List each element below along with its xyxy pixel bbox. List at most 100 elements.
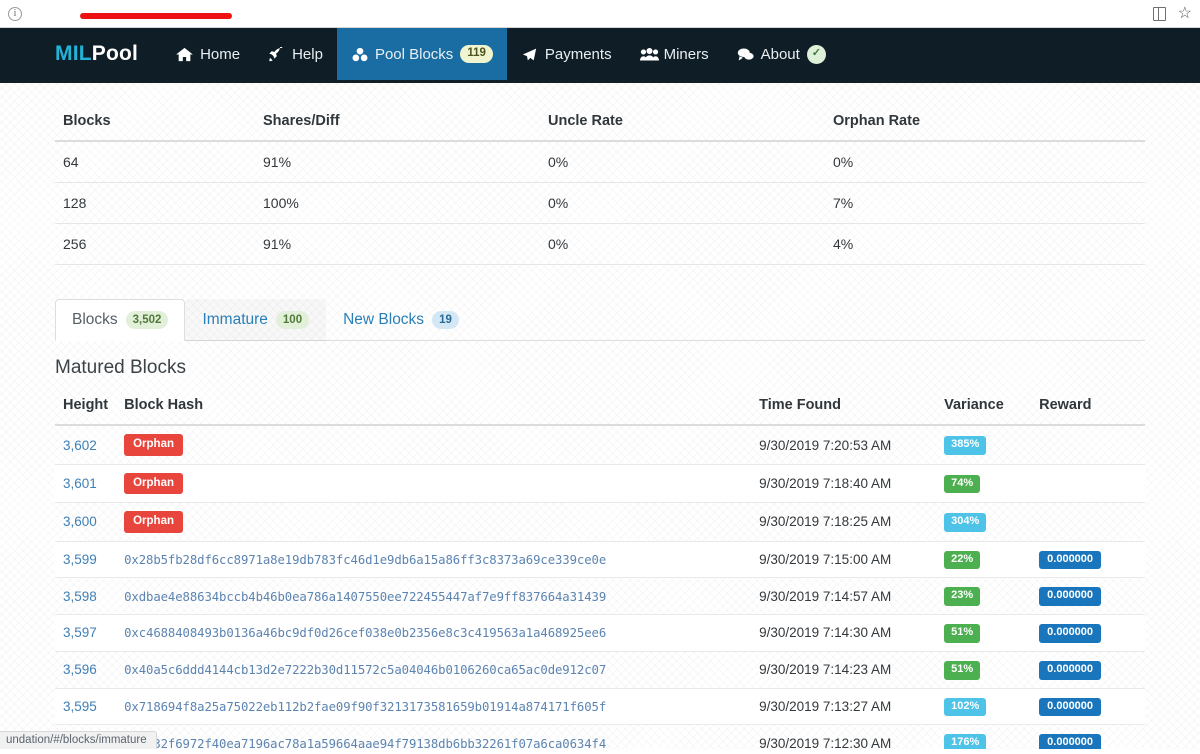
table-row: 128 100% 0% 7% <box>55 182 1145 224</box>
summary-shares: 91% <box>255 141 540 183</box>
reward-badge: 0.000000 <box>1039 587 1102 606</box>
summary-shares: 91% <box>255 223 540 265</box>
star-icon[interactable]: ☆ <box>1178 5 1192 22</box>
block-height-link[interactable]: 3,595 <box>63 699 97 714</box>
block-height-link[interactable]: 3,597 <box>63 625 97 640</box>
table-row: 3,5940x5b32f6972f40ea7196ac78a1a59664aae… <box>55 724 1145 749</box>
orphan-badge: Orphan <box>124 472 183 495</box>
block-hash-link[interactable]: 0x28b5fb28df6cc8971a8e19db783fc46d1e9db6… <box>124 553 606 567</box>
summary-header-blocks: Blocks <box>55 103 255 142</box>
tab-immature-badge: 100 <box>275 311 310 330</box>
block-height-link[interactable]: 3,598 <box>63 589 97 604</box>
block-height-cell: 3,601 <box>55 464 117 504</box>
block-reward-cell: 0.000000 <box>1031 651 1145 689</box>
nav-item-miners[interactable]: Miners <box>626 28 723 80</box>
block-hash-cell: Orphan <box>116 425 752 465</box>
tab-new-blocks[interactable]: New Blocks 19 <box>326 299 476 341</box>
block-height-cell: 3,596 <box>55 651 117 689</box>
blocks-header-time: Time Found <box>751 391 937 427</box>
blocks-header-hash: Block Hash <box>116 391 752 427</box>
block-variance-cell: 74% <box>936 464 1032 504</box>
variance-badge: 304% <box>944 512 987 532</box>
table-row: 3,597 0xc4688408493b0136a46bc9df0d26cef03… <box>55 614 1145 652</box>
block-reward-cell: 0.000000 <box>1031 688 1145 726</box>
block-hash-link[interactable]: 0xdbae4e88634bccb4b46b0ea786a1407550ee72… <box>124 590 606 604</box>
nav-item-pool-blocks-label: Pool Blocks <box>374 45 454 63</box>
summary-blocks: 128 <box>55 182 255 224</box>
variance-badge: 23% <box>944 587 981 606</box>
table-row: 3,602 Orphan 9/30/2019 7:20:53 AM 385% <box>55 425 1145 465</box>
nav-item-home-label: Home <box>200 45 241 63</box>
content-container: Blocks Shares/Diff Uncle Rate Orphan Rat… <box>0 103 1200 749</box>
block-reward-cell: 0.000000 <box>1031 577 1145 615</box>
block-time-found: 9/30/2019 7:15:00 AM <box>751 541 937 579</box>
block-height-cell: 3,600 <box>55 502 117 542</box>
block-hash-link[interactable]: 0x718694f8a25a75022eb112b2fae09f90f32131… <box>124 700 606 714</box>
home-icon <box>176 47 193 62</box>
block-hash-link[interactable]: 0x40a5c6ddd4144cb13d2e7222b30d11572c5a04… <box>124 663 606 677</box>
table-row: 256 91% 0% 4% <box>55 223 1145 265</box>
paper-plane-icon <box>521 47 538 62</box>
block-hash-cell: 0x5b32f6972f40ea7196ac78a1a59664aae94f79… <box>116 724 752 749</box>
variance-badge: 51% <box>944 660 981 680</box>
page-title: Matured Blocks <box>55 357 186 379</box>
block-variance-cell: 51% <box>936 614 1032 652</box>
summary-header-orphan: Orphan Rate <box>825 103 1145 142</box>
summary-orphan: 4% <box>825 223 1145 265</box>
reading-list-icon[interactable] <box>1152 6 1166 21</box>
block-hash-cell: Orphan <box>116 464 752 504</box>
block-time-found: 9/30/2019 7:14:57 AM <box>751 577 937 615</box>
block-variance-cell: 304% <box>936 502 1032 542</box>
block-hash-link[interactable]: 0xc4688408493b0136a46bc9df0d26cef038e0b2… <box>124 626 606 640</box>
tab-immature[interactable]: Immature 100 <box>185 299 326 341</box>
brand-primary: MIL <box>55 42 92 65</box>
block-reward-cell: 0.000000 <box>1031 541 1145 579</box>
blocks-header-variance: Variance <box>936 391 1032 427</box>
reward-badge: 0.000000 <box>1039 550 1102 570</box>
block-height-link[interactable]: 3,601 <box>63 476 97 491</box>
block-height-link[interactable]: 3,599 <box>63 552 97 567</box>
block-hash-link[interactable]: 0x5b32f6972f40ea7196ac78a1a59664aae94f79… <box>124 737 606 749</box>
table-row: 3,596 0x40a5c6ddd4144cb13d2e7222b30d11572… <box>55 651 1145 689</box>
nav-item-help[interactable]: Help <box>254 28 337 80</box>
block-variance-cell: 51% <box>936 651 1032 689</box>
table-row: 3,600 Orphan 9/30/2019 7:18:25 AM 304% <box>55 502 1145 542</box>
nav-item-about-label: About <box>760 45 800 63</box>
nav-item-pool-blocks[interactable]: Pool Blocks 119 <box>336 28 507 80</box>
reward-badge: 0.000000 <box>1039 624 1102 643</box>
block-variance-cell: 23% <box>936 577 1032 615</box>
reward-badge: 0.000000 <box>1039 697 1102 717</box>
variance-badge: 22% <box>944 550 981 570</box>
nav-item-home[interactable]: Home <box>162 28 254 80</box>
users-icon <box>639 47 659 62</box>
block-variance-cell: 176% <box>936 724 1032 749</box>
nav-item-about[interactable]: About ✓ <box>723 28 840 80</box>
summary-orphan: 0% <box>825 141 1145 183</box>
block-variance-cell: 385% <box>936 425 1032 465</box>
summary-header-uncle: Uncle Rate <box>540 103 825 142</box>
page-info-icon[interactable]: i <box>8 6 22 21</box>
address-bar[interactable] <box>28 4 1143 24</box>
nav-item-payments[interactable]: Payments <box>507 28 626 80</box>
block-variance-cell: 102% <box>936 688 1032 726</box>
block-reward-cell: 0.000000 <box>1031 724 1145 749</box>
block-height-link[interactable]: 3,600 <box>63 514 97 529</box>
block-height-link[interactable]: 3,596 <box>63 662 97 677</box>
block-hash-cell: 0xdbae4e88634bccb4b46b0ea786a1407550ee72… <box>116 577 752 615</box>
brand-logo[interactable]: MIL Pool <box>55 28 162 80</box>
summary-orphan: 7% <box>825 182 1145 224</box>
block-height-link[interactable]: 3,602 <box>63 438 97 453</box>
block-height-cell: 3,595 <box>55 688 117 726</box>
blocks-header-row: Height Block Hash Time Found Variance Re… <box>55 391 1145 427</box>
table-row: 3,595 0x718694f8a25a75022eb112b2fae09f90f… <box>55 688 1145 726</box>
block-hash-cell: Orphan <box>116 502 752 542</box>
tab-blocks[interactable]: Blocks 3,502 <box>55 299 186 342</box>
rocket-icon <box>268 44 285 62</box>
nav-badge-pool-blocks: 119 <box>460 45 493 63</box>
tab-new-blocks-badge: 19 <box>432 311 459 330</box>
main-navbar: MIL Pool Home Help Pool Blocks 119 Paymen… <box>0 28 1200 83</box>
matured-blocks-table: Height Block Hash Time Found Variance Re… <box>55 391 1145 749</box>
blocks-header-reward: Reward <box>1031 391 1145 427</box>
tab-blocks-label: Blocks <box>72 311 118 329</box>
block-height-cell: 3,602 <box>55 425 117 465</box>
